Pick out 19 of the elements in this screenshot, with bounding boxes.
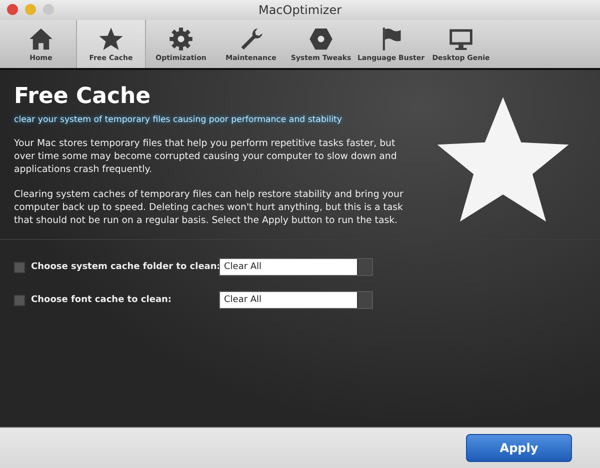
zoom-button[interactable] [43,4,54,15]
option-label: Choose system cache folder to clean: [31,262,219,272]
dropdown[interactable]: Clear All [219,258,373,276]
checkbox[interactable] [14,294,25,306]
star-icon [98,26,124,52]
description-paragraph: Your Mac stores temporary files that help you perform repetitive tasks faster, but over time some may become corrupted causing your computer to slow down and applications crash frequently. [14,137,398,176]
dropdown[interactable]: Clear All [219,291,373,309]
checkbox[interactable] [14,262,25,272]
home-icon [28,26,54,52]
minimize-button[interactable] [25,4,36,15]
close-button[interactable] [7,4,18,15]
option-label: Choose font cache to clean: [31,295,173,305]
hexagon-nut-icon [308,26,334,52]
apply-button[interactable]: Apply [466,434,572,462]
page-subtitle: clear your system of temporary files causing poor performance and stability [14,115,344,125]
page-title: Free Cache [14,84,152,109]
description-paragraph: Clearing system caches of temporary files can help restore stability and bring your computer back up to speed. Deleting caches won't hurt anything, but this is a task that should not be run on a regular basis. Select the Apply button to run the task. [14,188,404,227]
gear-icon [168,26,194,52]
window-title: MacOptimizer [258,3,342,17]
